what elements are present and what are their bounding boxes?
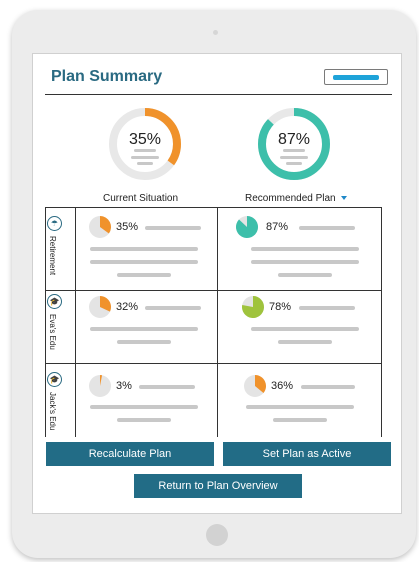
header-action-placeholder (333, 75, 379, 80)
header-action-button[interactable] (324, 69, 388, 85)
table-divider (45, 290, 381, 291)
recommended-plan-label: Recommended Plan (245, 193, 336, 204)
placeholder-bar (139, 385, 195, 389)
eva-edu-recommended-percent: 78% (269, 301, 292, 313)
retirement-current-percent: 35% (116, 221, 139, 233)
placeholder-bar (137, 162, 153, 165)
jack-edu-current-pie (89, 375, 111, 397)
current-percent: 35% (128, 131, 162, 148)
placeholder-bar (299, 226, 355, 230)
eva-edu-current-pie (89, 296, 111, 318)
current-situation-donut: 35% (108, 107, 182, 181)
placeholder-bar (301, 385, 355, 389)
row-label-text: Retirement (48, 236, 57, 276)
placeholder-bar (145, 226, 201, 230)
jack-edu-recommended-pie (244, 375, 266, 397)
placeholder-bar (90, 405, 198, 409)
placeholder-bar (117, 418, 171, 422)
placeholder-bar (90, 247, 198, 251)
placeholder-bar (299, 306, 355, 310)
placeholder-bar (283, 149, 305, 152)
chevron-down-icon (340, 196, 347, 201)
recommended-percent: 87% (277, 131, 311, 148)
placeholder-bar (278, 340, 332, 344)
placeholder-bar (134, 149, 156, 152)
jack-edu-recommended-percent: 36% (271, 380, 294, 392)
placeholder-bar (280, 156, 308, 159)
return-to-overview-button[interactable]: Return to Plan Overview (134, 474, 302, 498)
eva-edu-current-percent: 32% (116, 301, 139, 313)
placeholder-bar (278, 273, 332, 277)
umbrella-icon: ☂ (47, 216, 62, 231)
row-label-eva-edu: 🎓 Eva's Edu (43, 294, 67, 354)
recalculate-plan-button[interactable]: Recalculate Plan (46, 442, 214, 466)
placeholder-bar (131, 156, 159, 159)
table-divider (75, 207, 76, 437)
graduate-icon: 🎓 (47, 372, 62, 387)
eva-edu-recommended-pie (242, 296, 264, 318)
recommended-plan-donut: 87% (257, 107, 331, 181)
current-situation-label: Current Situation (103, 193, 179, 204)
row-label-jack-edu: 🎓 Jack's Edu (43, 372, 67, 432)
placeholder-bar (251, 260, 359, 264)
row-label-retirement: ☂ Retirement (43, 216, 67, 286)
table-divider (45, 207, 381, 208)
graduate-icon: 🎓 (47, 294, 62, 309)
row-label-text: Jack's Edu (48, 392, 57, 431)
placeholder-bar (117, 340, 171, 344)
table-divider (381, 207, 382, 437)
header-divider (45, 94, 392, 95)
camera-icon (213, 30, 218, 35)
retirement-current-pie (89, 216, 111, 238)
placeholder-bar (251, 247, 359, 251)
placeholder-bar (251, 327, 359, 331)
jack-edu-current-percent: 3% (116, 380, 132, 392)
row-label-text: Eva's Edu (48, 314, 57, 350)
placeholder-bar (286, 162, 302, 165)
placeholder-bar (117, 273, 171, 277)
set-plan-active-button[interactable]: Set Plan as Active (223, 442, 391, 466)
placeholder-bar (145, 306, 201, 310)
placeholder-bar (246, 405, 354, 409)
page-title: Plan Summary (51, 68, 163, 85)
screen: Plan Summary 35% Current Situation 87% R… (32, 53, 402, 514)
table-divider (45, 363, 381, 364)
placeholder-bar (90, 327, 198, 331)
placeholder-bar (90, 260, 198, 264)
placeholder-bar (273, 418, 327, 422)
recommended-plan-dropdown[interactable]: Recommended Plan (245, 193, 347, 204)
home-button[interactable] (206, 524, 228, 546)
retirement-recommended-pie (236, 216, 258, 238)
table-divider (217, 207, 218, 437)
retirement-recommended-percent: 87% (266, 221, 289, 233)
